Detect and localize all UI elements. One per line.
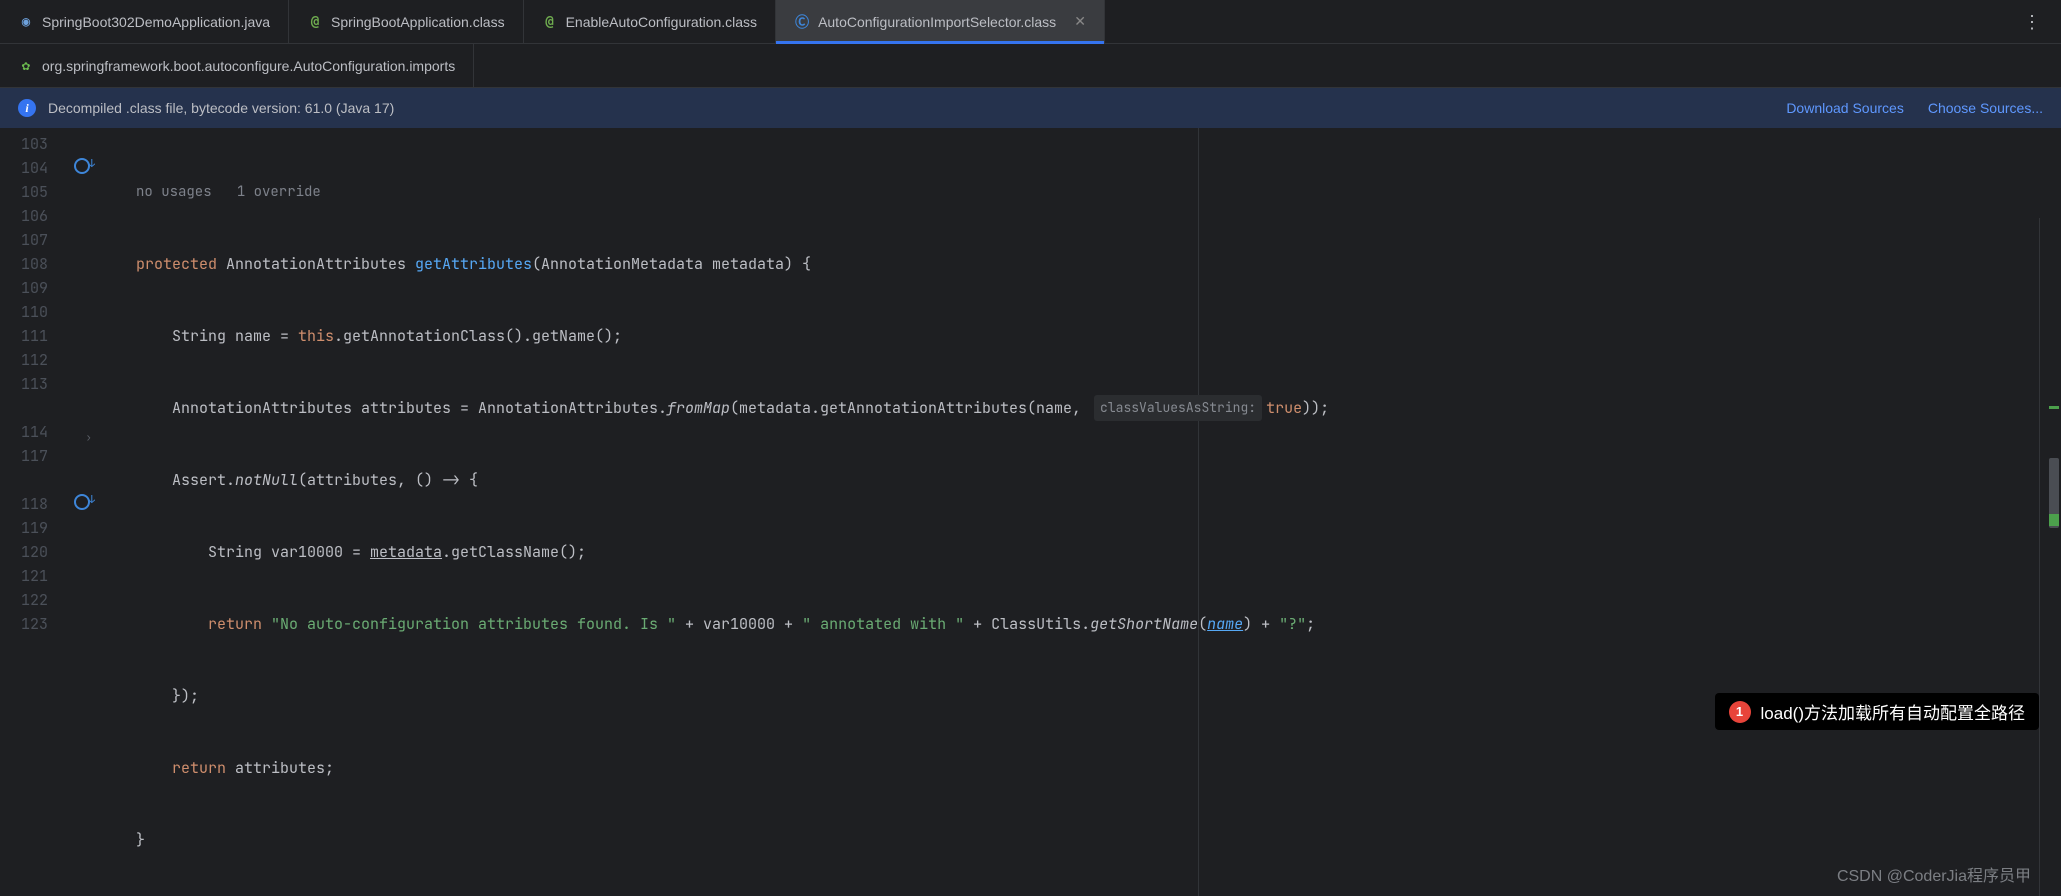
info-icon: i [18, 99, 36, 117]
editor-tabs-row-1: ◉ SpringBoot302DemoApplication.java @ Sp… [0, 0, 2061, 44]
banner-text: Decompiled .class file, bytecode version… [48, 100, 394, 116]
code-editor[interactable]: 103104105106107108109110111112113114›117… [0, 128, 2061, 896]
tab-imports-file[interactable]: ✿ org.springframework.boot.autoconfigure… [0, 44, 474, 87]
tab-label: AutoConfigurationImportSelector.class [818, 14, 1056, 30]
tab-class-1[interactable]: @ SpringBootApplication.class [289, 0, 524, 43]
spring-file-icon: ✿ [18, 58, 34, 74]
param-hint: classValuesAsString: [1094, 395, 1262, 421]
editor-tabs-row-2: ✿ org.springframework.boot.autoconfigure… [0, 44, 2061, 88]
gutter: 103104105106107108109110111112113114›117… [0, 128, 100, 896]
watermark: CSDN @CoderJia程序员甲 [1837, 862, 2031, 886]
code-area[interactable]: no usages 1 override protected Annotatio… [100, 128, 2061, 896]
decompiled-banner: i Decompiled .class file, bytecode versi… [0, 88, 2061, 128]
tab-java-file[interactable]: ◉ SpringBoot302DemoApplication.java [0, 0, 289, 43]
callout-text: load()方法加载所有自动配置全路径 [1761, 699, 2025, 724]
class-file-icon: @ [307, 14, 323, 30]
callout-badge: 1 [1729, 701, 1751, 723]
close-icon[interactable]: ✕ [1074, 13, 1086, 30]
java-file-icon: ◉ [18, 14, 34, 30]
override-gutter-icon[interactable] [74, 494, 90, 510]
tab-label: SpringBoot302DemoApplication.java [42, 14, 270, 30]
marker-green [2049, 406, 2059, 409]
tab-class-active[interactable]: Ⓒ AutoConfigurationImportSelector.class … [776, 0, 1105, 43]
tab-menu-kebab[interactable]: ⋮ [2023, 0, 2043, 44]
download-sources-link[interactable]: Download Sources [1786, 100, 1904, 116]
tab-class-2[interactable]: @ EnableAutoConfiguration.class [524, 0, 776, 43]
class-file-icon: Ⓒ [794, 14, 810, 30]
fold-icon[interactable]: › [85, 426, 92, 450]
override-inlay[interactable]: 1 override [237, 180, 321, 204]
tab-label: EnableAutoConfiguration.class [566, 14, 757, 30]
usages-inlay[interactable]: no usages [136, 180, 212, 204]
class-file-icon: @ [542, 14, 558, 30]
choose-sources-link[interactable]: Choose Sources... [1928, 100, 2043, 116]
tab-label: org.springframework.boot.autoconfigure.A… [42, 58, 455, 74]
editor-scrollbar[interactable] [2039, 218, 2061, 896]
tab-label: SpringBootApplication.class [331, 14, 505, 30]
marker-green [2049, 514, 2059, 526]
override-gutter-icon[interactable] [74, 158, 90, 174]
annotation-callout: 1 load()方法加载所有自动配置全路径 [1715, 693, 2039, 730]
